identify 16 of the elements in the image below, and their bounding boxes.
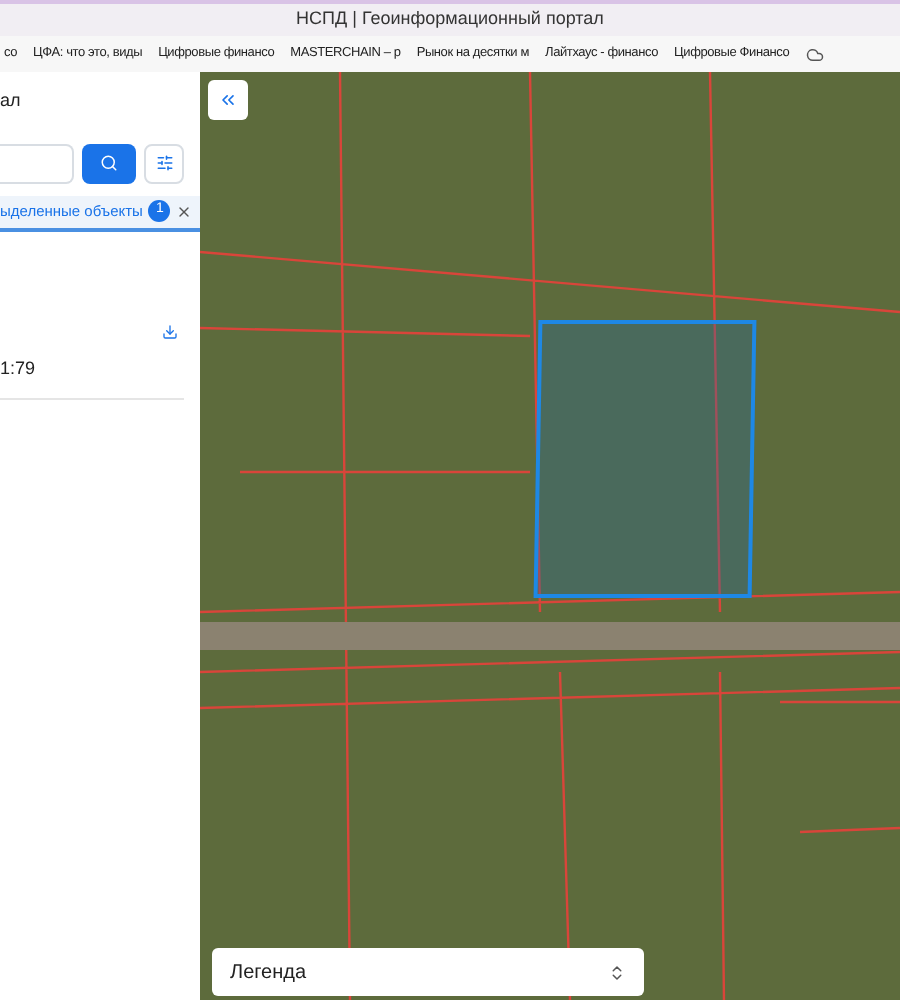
download-icon[interactable] xyxy=(162,323,178,339)
result-text: 1:79 xyxy=(0,355,38,381)
chevron-icon xyxy=(608,963,626,981)
collapse-button[interactable] xyxy=(208,80,248,120)
cloud-icon[interactable] xyxy=(805,45,824,63)
filter-button[interactable] xyxy=(144,143,184,183)
panel-title: ал xyxy=(0,88,23,114)
close-icon[interactable] xyxy=(176,203,193,219)
filter-icon xyxy=(155,154,173,172)
legend-select[interactable]: Легенда xyxy=(212,948,644,996)
search-field[interactable] xyxy=(0,143,74,183)
search-icon xyxy=(100,154,118,172)
double-chevron-icon xyxy=(218,90,238,110)
window-title: НСПД | Геоинформационный портал xyxy=(296,6,604,33)
legend-label: Легенда xyxy=(230,959,307,987)
search-button[interactable] xyxy=(82,143,136,183)
